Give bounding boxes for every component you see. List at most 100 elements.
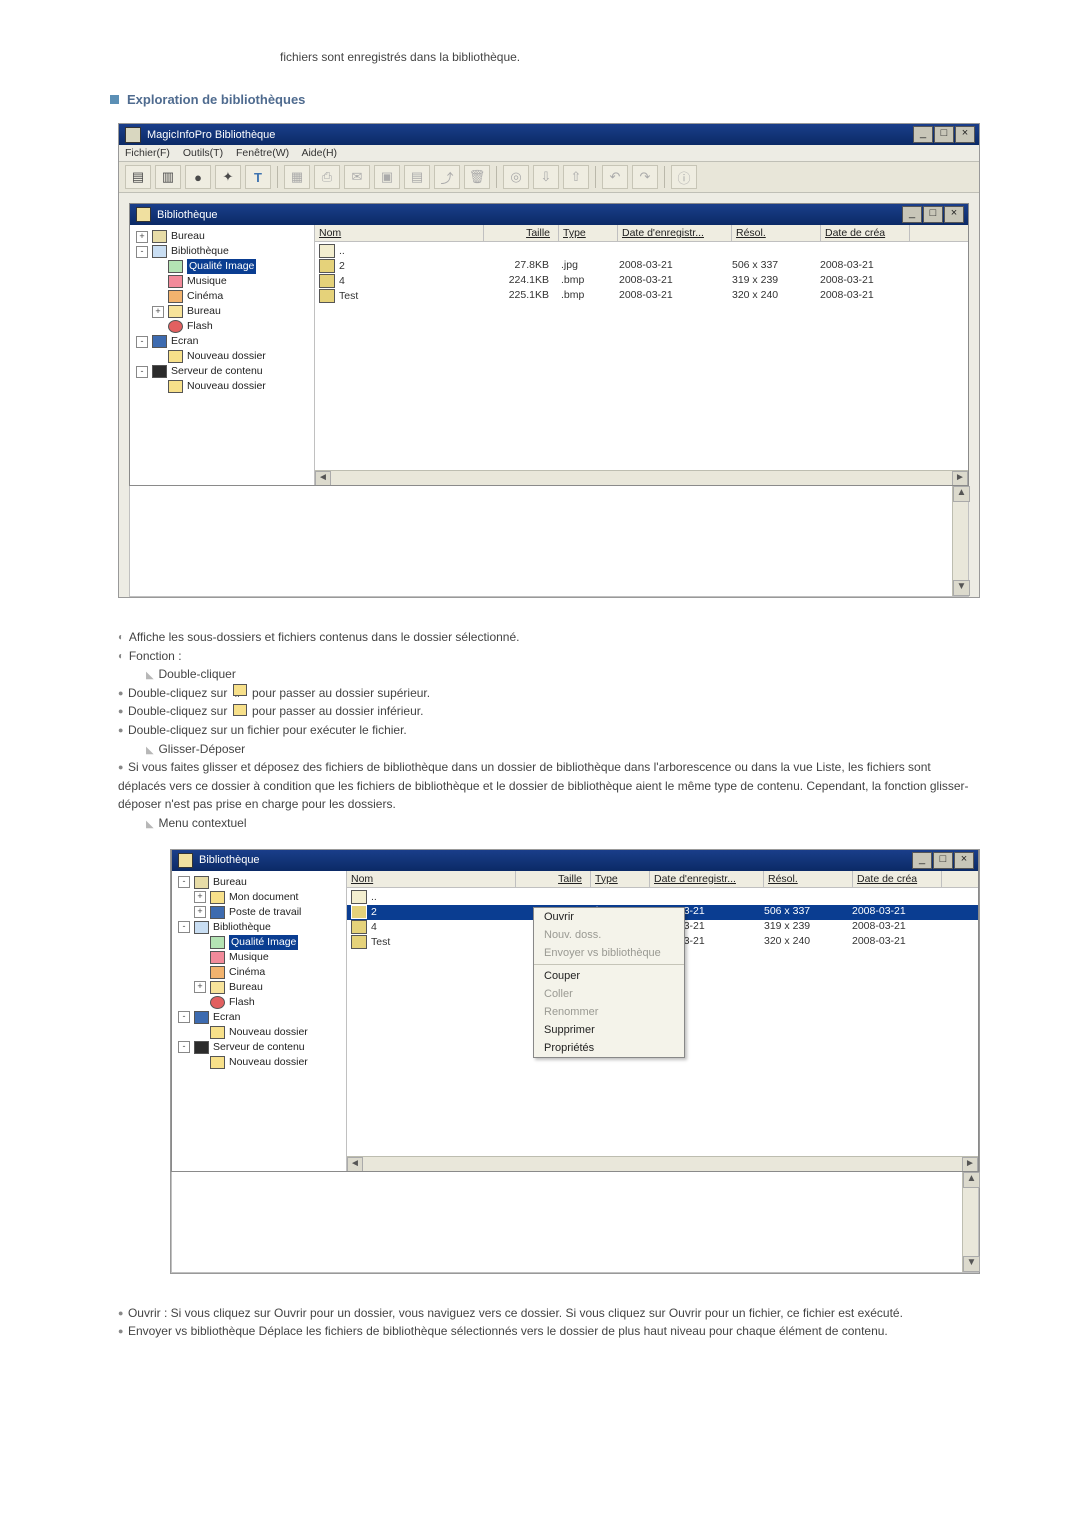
tree-item[interactable]: -Serveur de contenu: [174, 1040, 344, 1055]
tree-item[interactable]: Musique: [174, 950, 344, 965]
panel-close[interactable]: ×: [944, 206, 964, 223]
table-row[interactable]: ..: [315, 244, 968, 259]
tb-icon-2[interactable]: ▥: [155, 165, 181, 189]
tb-icon-10[interactable]: ⤴: [434, 165, 460, 189]
tree-twisty-icon[interactable]: -: [178, 1041, 190, 1053]
tree-item[interactable]: Flash: [132, 319, 312, 334]
menu-file[interactable]: Fichier(F): [125, 147, 170, 159]
tree-twisty-icon[interactable]: -: [178, 921, 190, 933]
scroll-up-icon[interactable]: ▲: [953, 486, 970, 502]
min-button[interactable]: _: [913, 126, 933, 143]
tree-item[interactable]: +Mon document: [174, 890, 344, 905]
tree-item[interactable]: -Ecran: [174, 1010, 344, 1025]
scroll-down-icon[interactable]: ▼: [953, 580, 970, 596]
col-type[interactable]: Type: [559, 225, 618, 241]
col-type-2[interactable]: Type: [591, 871, 650, 887]
col-size[interactable]: Taille: [484, 225, 559, 241]
tree-item[interactable]: -Bibliothèque: [174, 920, 344, 935]
close-button[interactable]: ×: [955, 126, 975, 143]
tb-icon-info[interactable]: ⓘ: [671, 165, 697, 189]
tree-item[interactable]: Qualité Image: [132, 259, 312, 274]
tree-item[interactable]: +Bureau: [132, 229, 312, 244]
panel-min[interactable]: _: [902, 206, 922, 223]
tb-icon-9[interactable]: ▤: [404, 165, 430, 189]
tree-item[interactable]: +Bureau: [132, 304, 312, 319]
tb-icon-text[interactable]: T: [245, 165, 271, 189]
table-row[interactable]: Test225.1KB.bmp2008-03-21320 x 2402008-0…: [315, 289, 968, 304]
menu-item[interactable]: Ouvrir: [534, 908, 684, 926]
v-scrollbar[interactable]: ▲ ▼: [952, 486, 968, 596]
col-name[interactable]: Nom: [315, 225, 484, 241]
tree-item[interactable]: Nouveau dossier: [174, 1055, 344, 1070]
tree-view[interactable]: +Bureau-BibliothèqueQualité ImageMusique…: [130, 225, 315, 485]
panel-max-2[interactable]: □: [933, 852, 953, 869]
menu-tools[interactable]: Outils(T): [183, 147, 223, 159]
tree-item[interactable]: -Bibliothèque: [132, 244, 312, 259]
tb-icon-14[interactable]: ⇧: [563, 165, 589, 189]
tree-twisty-icon[interactable]: +: [136, 231, 148, 243]
tree-item[interactable]: +Poste de travail: [174, 905, 344, 920]
tree-item[interactable]: Cinéma: [132, 289, 312, 304]
tb-icon-undo[interactable]: ↶: [602, 165, 628, 189]
col-saved-2[interactable]: Date d'enregistr...: [650, 871, 764, 887]
menu-item[interactable]: Propriétés: [534, 1039, 684, 1057]
file-list-2[interactable]: Nom Taille Type Date d'enregistr... Réso…: [347, 871, 978, 1171]
max-button[interactable]: □: [934, 126, 954, 143]
tb-icon-5[interactable]: ▦: [284, 165, 310, 189]
tree-item[interactable]: -Bureau: [174, 875, 344, 890]
tree-item[interactable]: -Serveur de contenu: [132, 364, 312, 379]
tree-twisty-icon[interactable]: -: [178, 876, 190, 888]
col-saved[interactable]: Date d'enregistr...: [618, 225, 732, 241]
tree-twisty-icon[interactable]: +: [194, 906, 206, 918]
table-row[interactable]: 227.8KB.jpg2008-03-21506 x 3372008-03-21: [315, 259, 968, 274]
tree-twisty-icon[interactable]: -: [136, 366, 148, 378]
tb-icon-7[interactable]: ✉: [344, 165, 370, 189]
tree-twisty-icon[interactable]: +: [152, 306, 164, 318]
tree-item[interactable]: +Bureau: [174, 980, 344, 995]
tree-item[interactable]: Nouveau dossier: [132, 349, 312, 364]
tree-item[interactable]: Cinéma: [174, 965, 344, 980]
scroll-right-icon[interactable]: ►: [952, 471, 968, 485]
h-scrollbar-2[interactable]: ◄ ►: [347, 1156, 978, 1171]
tree-item[interactable]: Musique: [132, 274, 312, 289]
tree-twisty-icon[interactable]: -: [136, 246, 148, 258]
tree-item[interactable]: Flash: [174, 995, 344, 1010]
col-res[interactable]: Résol.: [732, 225, 821, 241]
tree-twisty-icon[interactable]: -: [136, 336, 148, 348]
tb-icon-3[interactable]: ●: [185, 165, 211, 189]
scroll-left-icon[interactable]: ◄: [315, 471, 331, 485]
context-menu[interactable]: OuvrirNouv. doss.Envoyer vs bibliothèque…: [533, 907, 685, 1058]
file-list[interactable]: Nom Taille Type Date d'enregistr... Réso…: [315, 225, 968, 485]
panel-min-2[interactable]: _: [912, 852, 932, 869]
tree-item[interactable]: -Ecran: [132, 334, 312, 349]
tree-twisty-icon[interactable]: +: [194, 891, 206, 903]
panel-close-2[interactable]: ×: [954, 852, 974, 869]
tree-view-2[interactable]: -Bureau+Mon document+Poste de travail-Bi…: [172, 871, 347, 1171]
panel-max[interactable]: □: [923, 206, 943, 223]
scroll-up-icon-2[interactable]: ▲: [963, 1172, 980, 1188]
tb-icon-13[interactable]: ⇩: [533, 165, 559, 189]
tb-icon-6[interactable]: ⎙: [314, 165, 340, 189]
tb-icon-redo[interactable]: ↷: [632, 165, 658, 189]
col-created-2[interactable]: Date de créa: [853, 871, 942, 887]
menu-help[interactable]: Aide(H): [301, 147, 337, 159]
col-res-2[interactable]: Résol.: [764, 871, 853, 887]
menu-window[interactable]: Fenêtre(W): [236, 147, 289, 159]
tree-item[interactable]: Nouveau dossier: [132, 379, 312, 394]
menu-item[interactable]: Supprimer: [534, 1021, 684, 1039]
tb-icon-8[interactable]: ▣: [374, 165, 400, 189]
v-scrollbar-2[interactable]: ▲ ▼: [962, 1172, 978, 1272]
tree-twisty-icon[interactable]: -: [178, 1011, 190, 1023]
tb-icon-4[interactable]: ✦: [215, 165, 241, 189]
tb-icon-12[interactable]: ◎: [503, 165, 529, 189]
table-row[interactable]: ..: [347, 890, 978, 905]
col-created[interactable]: Date de créa: [821, 225, 910, 241]
table-row[interactable]: 4224.1KB.bmp2008-03-21319 x 2392008-03-2…: [315, 274, 968, 289]
tb-icon-11[interactable]: 🗑: [464, 165, 490, 189]
tree-item[interactable]: Qualité Image: [174, 935, 344, 950]
list-header[interactable]: Nom Taille Type Date d'enregistr... Réso…: [315, 225, 968, 242]
tb-icon-1[interactable]: ▤: [125, 165, 151, 189]
menu-item[interactable]: Couper: [534, 967, 684, 985]
scroll-down-icon-2[interactable]: ▼: [963, 1256, 980, 1272]
h-scrollbar[interactable]: ◄ ►: [315, 470, 968, 485]
